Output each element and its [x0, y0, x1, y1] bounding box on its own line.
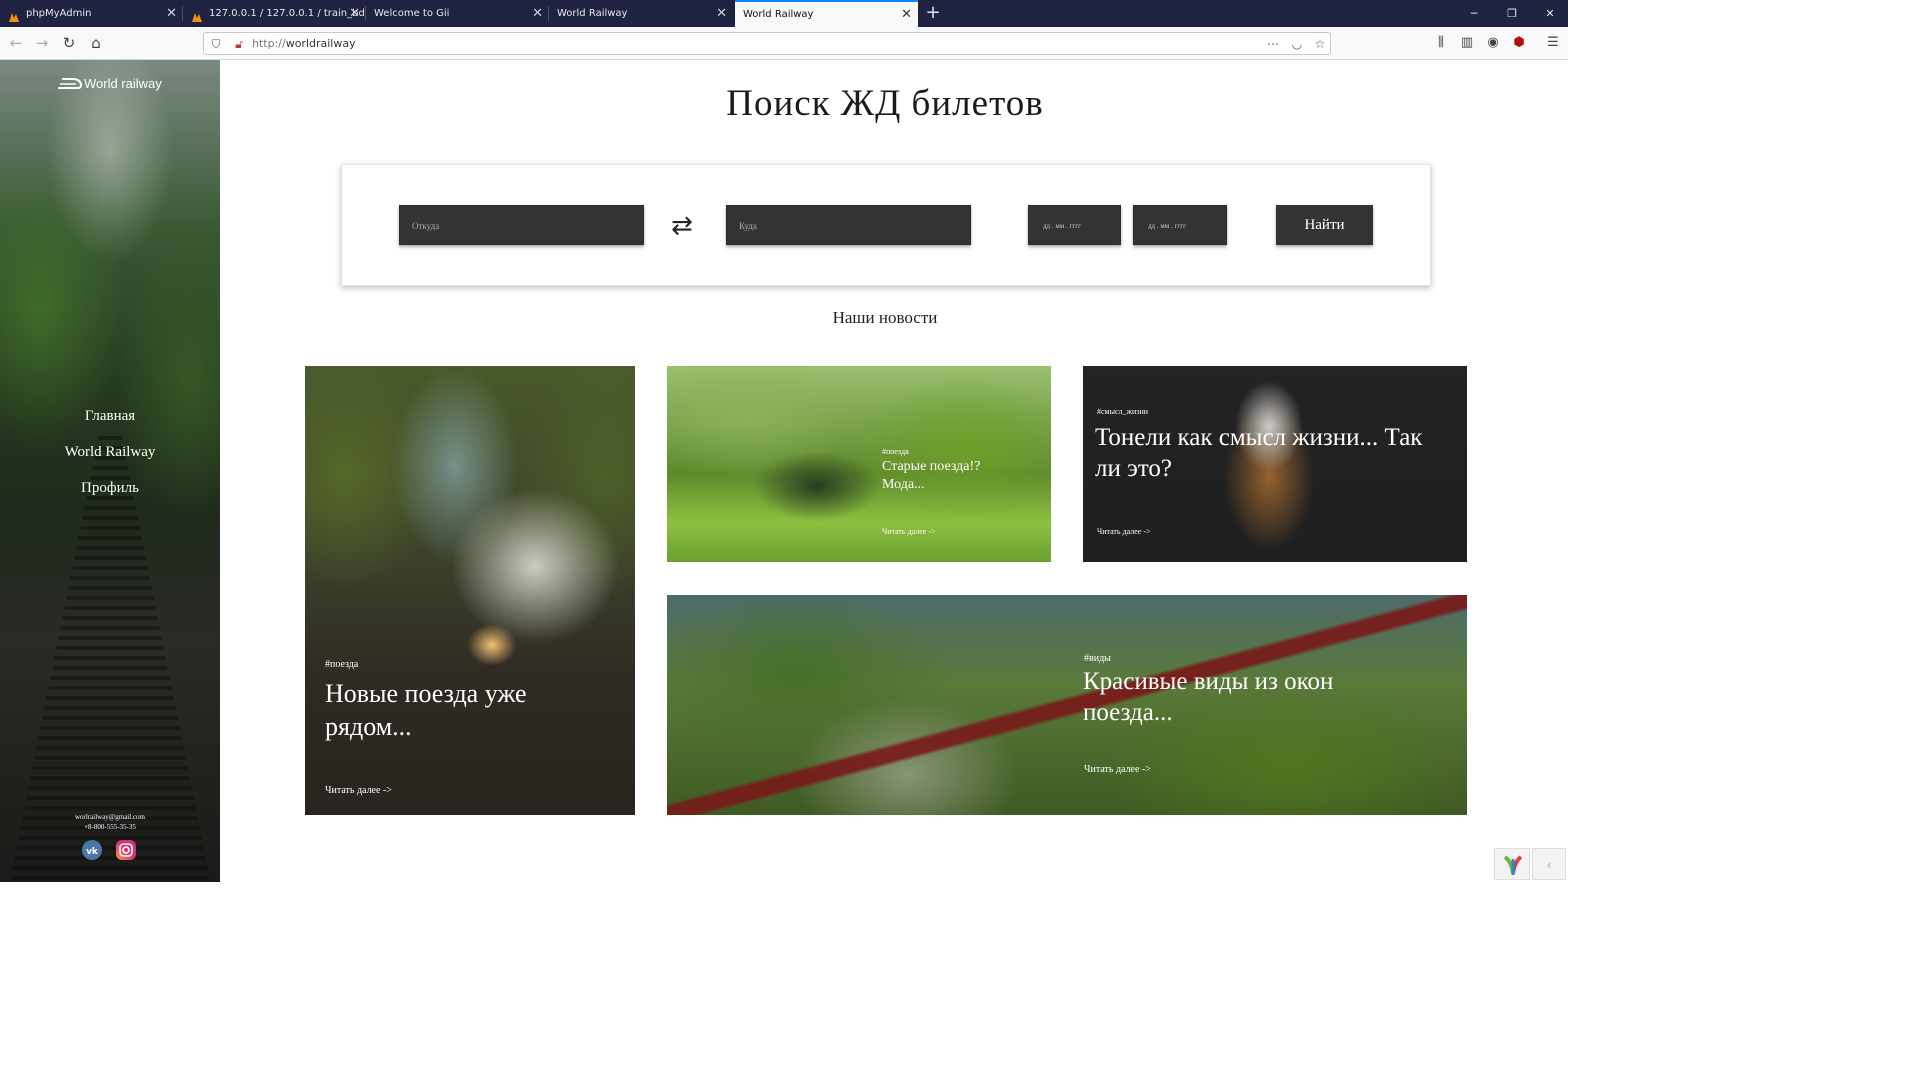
- sidebar-icon[interactable]: ▥: [1457, 33, 1477, 53]
- news-card-old-trains[interactable]: #поезда Старые поезда!? Мода... Читать д…: [667, 366, 1051, 562]
- phpmyadmin-icon: [8, 7, 20, 22]
- news-card-tunnels[interactable]: #смысл_жизни Тонели как смысл жизни... Т…: [1083, 366, 1467, 562]
- nav-home[interactable]: Главная: [0, 408, 220, 425]
- shield-icon[interactable]: ⛉: [207, 34, 225, 54]
- card-title[interactable]: Новые поезда уже рядом...: [325, 678, 575, 743]
- read-more-link[interactable]: Читать далее ->: [1097, 527, 1151, 536]
- tab-train-bd[interactable]: 127.0.0.1 / 127.0.0.1 / train_bd | ✕: [183, 0, 366, 27]
- date-from-field[interactable]: дд . мм . гггг: [1028, 205, 1121, 245]
- restore-icon[interactable]: ❐: [1497, 0, 1527, 27]
- news-heading: Наши новости: [832, 308, 938, 327]
- insecure-icon[interactable]: 🔓︎: [230, 34, 248, 54]
- ticket-search-form: Откуда ⇄ Куда дд . мм . гггг дд . мм . г…: [341, 164, 1431, 286]
- card-tag[interactable]: #смысл_жизни: [1097, 407, 1148, 416]
- url-text[interactable]: http://worldrailway: [252, 33, 356, 54]
- close-icon[interactable]: ✕: [901, 2, 912, 27]
- pocket-icon[interactable]: ◡: [1288, 34, 1306, 54]
- window-close-icon[interactable]: ✕: [1535, 0, 1565, 27]
- tab-title: Welcome to Gii: [374, 8, 450, 19]
- phpmyadmin-icon: [191, 7, 203, 22]
- tab-title: phpMyAdmin: [26, 8, 92, 19]
- browser-tab-bar: phpMyAdmin ✕ 127.0.0.1 / 127.0.0.1 / tra…: [0, 0, 1568, 27]
- tab-gii[interactable]: Welcome to Gii ✕: [366, 0, 549, 27]
- star-icon[interactable]: ☆: [1311, 34, 1329, 54]
- forward-icon[interactable]: →: [32, 33, 52, 53]
- nav-world-railway[interactable]: World Railway: [0, 444, 220, 461]
- card-tag[interactable]: #поезда: [882, 447, 909, 456]
- close-icon[interactable]: ✕: [349, 0, 360, 27]
- tab-phpmyadmin[interactable]: phpMyAdmin ✕: [0, 0, 183, 27]
- news-card-views[interactable]: #виды Красивые виды из окон поезда... Чи…: [667, 595, 1467, 815]
- tab-title: 127.0.0.1 / 127.0.0.1 / train_bd |: [209, 8, 366, 19]
- swap-arrows-icon[interactable]: ⇄: [671, 213, 693, 239]
- tab-world-railway[interactable]: World Railway ✕: [549, 0, 733, 27]
- card-title[interactable]: Красивые виды из окон поезда...: [1083, 666, 1403, 729]
- site-logo[interactable]: World railway: [56, 76, 162, 91]
- card-tag[interactable]: #виды: [1084, 653, 1111, 664]
- more-icon[interactable]: ⋯: [1264, 34, 1282, 54]
- card-title[interactable]: Тонели как смысл жизни... Так ли это?: [1095, 422, 1435, 485]
- ublock-icon[interactable]: ⬢: [1509, 33, 1529, 53]
- library-icon[interactable]: ⫼: [1431, 33, 1451, 53]
- tab-title: World Railway: [557, 8, 628, 19]
- sidebar: World railway Главная World Railway Проф…: [0, 60, 220, 882]
- home-icon[interactable]: ⌂: [86, 33, 106, 53]
- read-more-link[interactable]: Читать далее ->: [325, 785, 392, 796]
- new-tab-icon[interactable]: +: [924, 0, 942, 27]
- url-bar[interactable]: ⛉ 🔓︎ http://worldrailway ⋯ ◡ ☆: [203, 32, 1331, 55]
- search-button[interactable]: Найти: [1276, 205, 1373, 245]
- main-content: Поиск ЖД билетов Откуда ⇄ Куда дд . мм .…: [220, 60, 1568, 882]
- vk-icon[interactable]: vk: [82, 840, 102, 860]
- to-field[interactable]: Куда: [726, 205, 971, 245]
- close-icon[interactable]: ✕: [716, 0, 727, 27]
- tab-world-railway-active[interactable]: World Railway ✕: [735, 0, 918, 27]
- card-tag[interactable]: #поезда: [325, 659, 358, 670]
- page-title: Поиск ЖД билетов: [726, 83, 1044, 124]
- yii-debug-icon[interactable]: [1494, 848, 1530, 880]
- close-icon[interactable]: ✕: [532, 0, 543, 27]
- nav-profile[interactable]: Профиль: [0, 480, 220, 497]
- read-more-link[interactable]: Читать далее ->: [1084, 764, 1151, 775]
- tab-title: World Railway: [743, 9, 814, 20]
- contact-phone: +8-800-555-35-35: [84, 823, 136, 831]
- back-icon[interactable]: ←: [6, 33, 26, 53]
- card-title[interactable]: Старые поезда!? Мода...: [882, 458, 1022, 493]
- minimize-icon[interactable]: ─: [1459, 0, 1489, 27]
- svg-text:vk: vk: [86, 847, 99, 857]
- news-card-new-trains[interactable]: #поезда Новые поезда уже рядом... Читать…: [305, 366, 635, 815]
- reload-icon[interactable]: ↻: [59, 33, 79, 53]
- account-icon[interactable]: ◉: [1483, 33, 1503, 53]
- browser-navbar: ← → ↻ ⌂ ⛉ 🔓︎ http://worldrailway ⋯ ◡ ☆ ⫼…: [0, 27, 1568, 60]
- date-to-field[interactable]: дд . мм . гггг: [1133, 205, 1227, 245]
- train-logo-icon: [58, 78, 83, 89]
- debug-toggle-icon[interactable]: ‹: [1532, 848, 1566, 880]
- contact-email[interactable]: worlrailway@gmail.com: [0, 812, 220, 822]
- from-field[interactable]: Откуда: [399, 205, 644, 245]
- close-icon[interactable]: ✕: [166, 0, 177, 27]
- instagram-icon[interactable]: [116, 840, 136, 860]
- menu-icon[interactable]: ☰: [1543, 33, 1563, 53]
- read-more-link[interactable]: Читать далее ->: [882, 527, 936, 536]
